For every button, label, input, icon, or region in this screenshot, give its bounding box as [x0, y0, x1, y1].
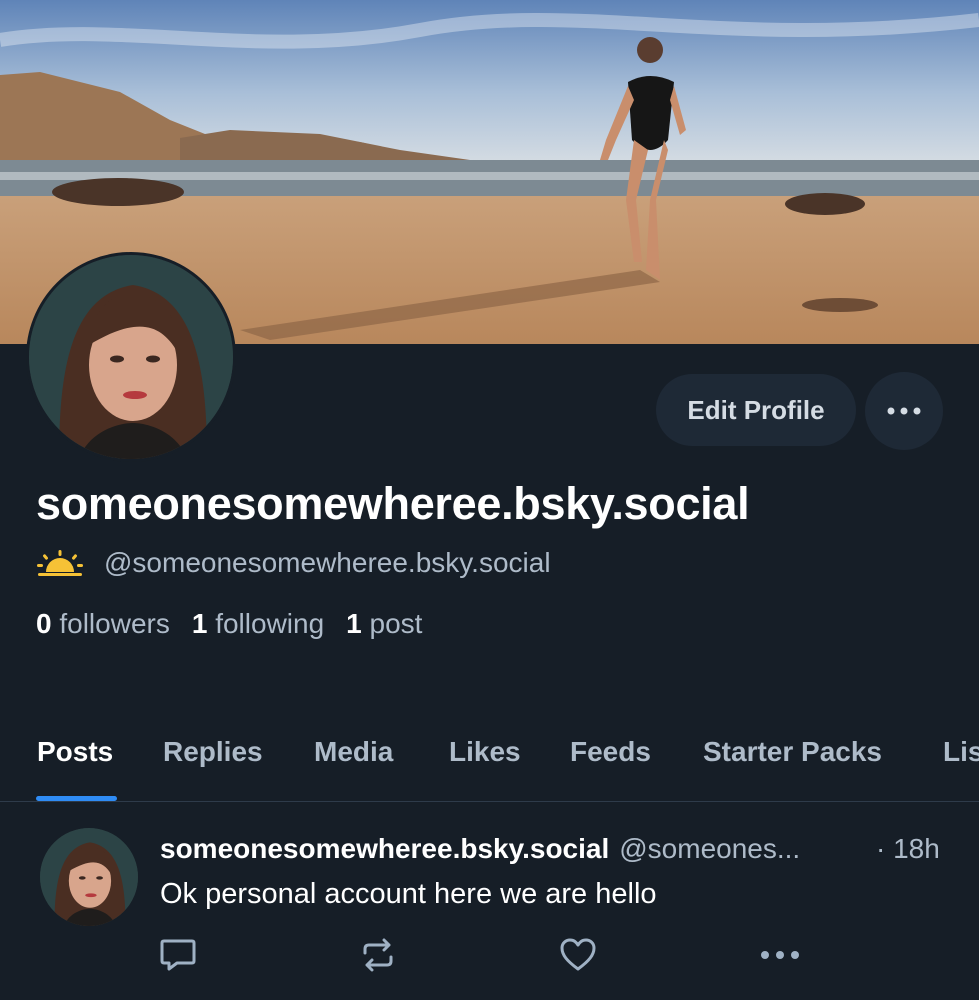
post-author-avatar[interactable]	[40, 828, 138, 926]
post-header: someonesomewheree.bsky.social @someones.…	[160, 833, 800, 865]
posts-count: 1	[346, 608, 362, 639]
following-label: following	[215, 608, 325, 639]
posts-stat: 1 post	[346, 608, 422, 640]
repost-button[interactable]	[353, 930, 403, 980]
followers-count: 0	[36, 608, 52, 639]
post-more-button[interactable]	[755, 930, 805, 980]
following-stat[interactable]: 1 following	[192, 608, 324, 640]
tab-posts[interactable]: Posts	[37, 726, 113, 801]
followers-label: followers	[59, 608, 170, 639]
like-button[interactable]	[553, 930, 603, 980]
profile-handle: @someonesomewheree.bsky.social	[104, 547, 551, 578]
tab-replies[interactable]: Replies	[163, 726, 263, 801]
active-tab-indicator	[36, 796, 117, 801]
profile-tabs: Posts Replies Media Likes Feeds Starter …	[0, 726, 979, 802]
edit-profile-button[interactable]: Edit Profile	[656, 374, 856, 446]
profile-avatar[interactable]	[26, 252, 236, 462]
post-more-icon	[761, 951, 799, 959]
handle-row: @someonesomewheree.bsky.social	[36, 545, 551, 581]
avatar-image	[29, 255, 233, 459]
tab-media[interactable]: Media	[314, 726, 393, 801]
post-text: Ok personal account here we are hello	[160, 878, 657, 910]
post-timestamp[interactable]: · 18h	[876, 833, 940, 865]
reply-button[interactable]	[153, 930, 203, 980]
sunrise-emoji-icon	[37, 550, 83, 576]
repost-icon	[363, 938, 393, 972]
tab-likes[interactable]: Likes	[449, 726, 521, 801]
more-options-button[interactable]	[865, 372, 943, 450]
post-author-name[interactable]: someonesomewheree.bsky.social	[160, 833, 609, 865]
post-avatar-image	[40, 828, 138, 926]
more-icon	[887, 407, 921, 415]
profile-stats: 0 followers 1 following 1 post	[36, 608, 422, 640]
tab-starter-packs[interactable]: Starter Packs	[703, 726, 882, 801]
post-author-handle[interactable]: @someones...	[619, 833, 800, 865]
following-count: 1	[191, 608, 208, 639]
like-icon	[560, 938, 596, 971]
reply-icon	[160, 939, 196, 971]
post-actions	[0, 930, 979, 980]
display-name: someonesomewheree.bsky.social	[36, 478, 750, 529]
posts-label: post	[369, 608, 423, 639]
followers-stat[interactable]: 0 followers	[36, 608, 170, 640]
tab-lists[interactable]: Lis	[943, 726, 979, 801]
tab-feeds[interactable]: Feeds	[570, 726, 651, 801]
